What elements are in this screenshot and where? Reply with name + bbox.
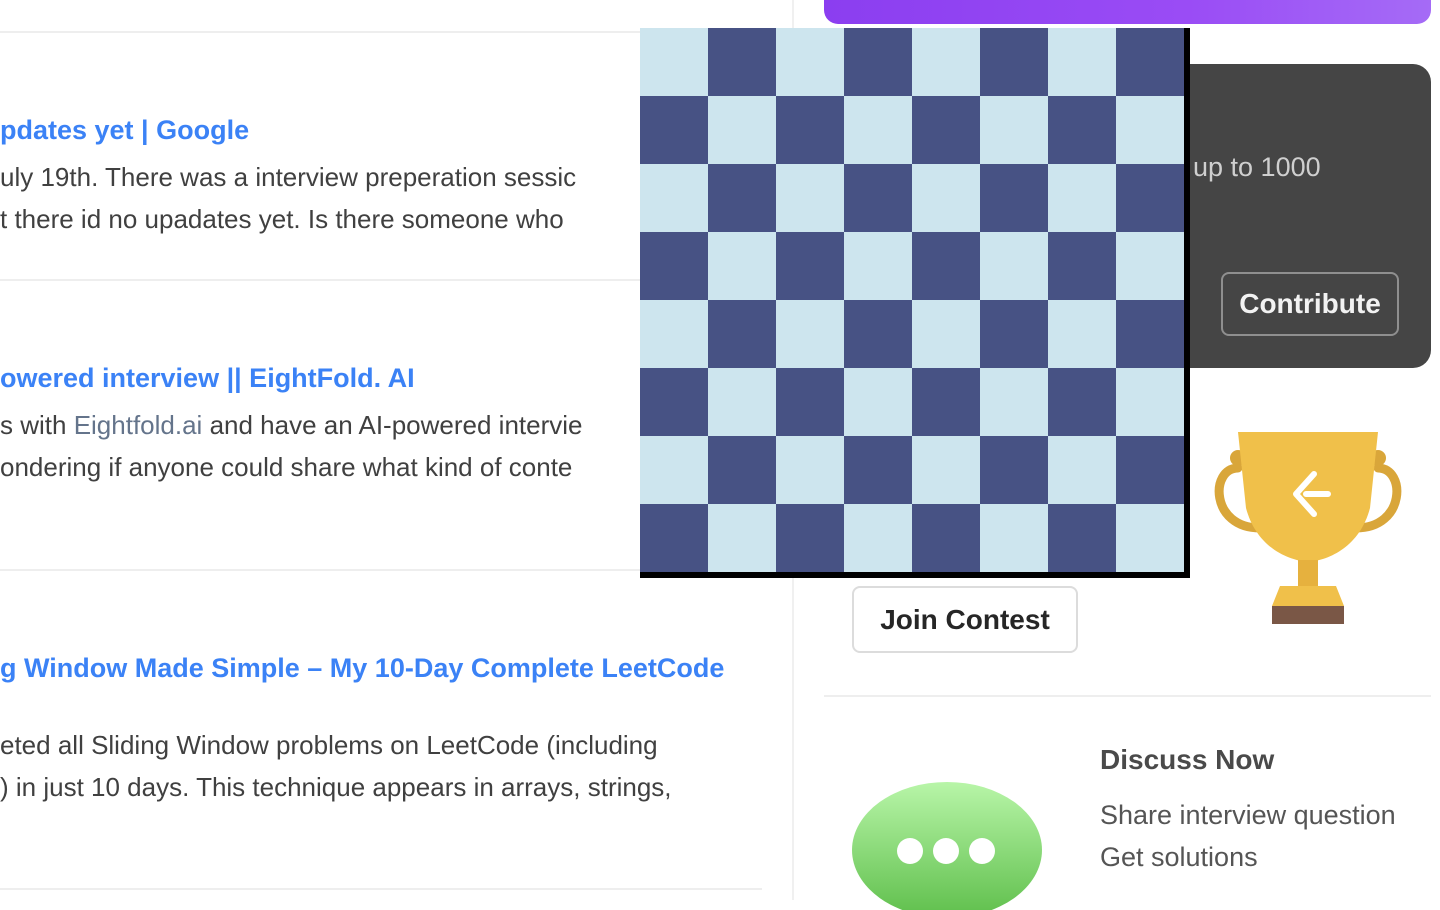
chessboard-square xyxy=(640,232,708,300)
chessboard-square xyxy=(980,300,1048,368)
excerpt-text: s with xyxy=(0,410,74,440)
chessboard-square xyxy=(708,300,776,368)
chessboard-square xyxy=(708,368,776,436)
chessboard-square xyxy=(912,504,980,572)
chessboard-square xyxy=(1116,232,1184,300)
chessboard-square xyxy=(1048,96,1116,164)
chessboard-square xyxy=(912,232,980,300)
chessboard-square xyxy=(980,232,1048,300)
chessboard-square xyxy=(912,164,980,232)
chessboard-square xyxy=(980,28,1048,96)
chessboard-square xyxy=(708,28,776,96)
chessboard-overlay xyxy=(640,28,1190,578)
post-excerpt-line: uly 19th. There was a interview preperat… xyxy=(0,162,577,192)
chessboard-square xyxy=(640,164,708,232)
chessboard-square xyxy=(1116,96,1184,164)
chessboard-square xyxy=(776,164,844,232)
chessboard-square xyxy=(1048,300,1116,368)
chessboard-square xyxy=(912,368,980,436)
post-excerpt-line: t there id no upadates yet. Is there som… xyxy=(0,204,564,234)
chessboard-square xyxy=(912,28,980,96)
chessboard-square xyxy=(980,96,1048,164)
chessboard-square xyxy=(1048,232,1116,300)
chessboard-square xyxy=(980,436,1048,504)
join-contest-button[interactable]: Join Contest xyxy=(852,586,1078,653)
chessboard-square xyxy=(776,232,844,300)
chessboard-square xyxy=(844,504,912,572)
chessboard-square xyxy=(844,232,912,300)
chessboard-square xyxy=(1116,504,1184,572)
discuss-line: Get solutions xyxy=(1100,842,1258,872)
discuss-line: Share interview question xyxy=(1100,800,1396,830)
contribute-button[interactable]: Contribute xyxy=(1221,272,1399,336)
contribute-card-text: up to 1000 xyxy=(1193,152,1321,182)
chessboard-square xyxy=(776,300,844,368)
chessboard-square xyxy=(980,368,1048,436)
excerpt-text: and have an AI-powered intervie xyxy=(202,410,583,440)
chessboard-square xyxy=(708,504,776,572)
chessboard-square xyxy=(640,300,708,368)
chessboard-square xyxy=(708,232,776,300)
chessboard-square xyxy=(640,504,708,572)
chessboard-square xyxy=(640,96,708,164)
chessboard-square xyxy=(776,96,844,164)
post-excerpt-line: eted all Sliding Window problems on Leet… xyxy=(0,730,658,760)
sidebar-divider xyxy=(824,695,1431,697)
chessboard-square xyxy=(1048,436,1116,504)
chessboard-square xyxy=(1048,504,1116,572)
chessboard-square xyxy=(844,96,912,164)
chessboard-square xyxy=(844,436,912,504)
trophy-icon xyxy=(1214,432,1402,624)
chessboard-square xyxy=(1048,28,1116,96)
chessboard-square xyxy=(640,28,708,96)
chessboard-square xyxy=(708,96,776,164)
chessboard-square xyxy=(912,300,980,368)
chessboard-square xyxy=(912,96,980,164)
post-excerpt-line: s with Eightfold.ai and have an AI-power… xyxy=(0,410,582,441)
chessboard-square xyxy=(844,300,912,368)
chessboard-square xyxy=(1116,436,1184,504)
chessboard-square xyxy=(1116,28,1184,96)
chessboard-square xyxy=(844,368,912,436)
post-excerpt-line: ondering if anyone could share what kind… xyxy=(0,452,573,482)
chessboard-square xyxy=(980,504,1048,572)
chessboard-square xyxy=(1116,164,1184,232)
chessboard-square xyxy=(640,436,708,504)
feed-divider xyxy=(0,888,762,890)
chessboard-square xyxy=(776,28,844,96)
chessboard-square xyxy=(980,164,1048,232)
chessboard-square xyxy=(708,436,776,504)
chessboard-square xyxy=(776,436,844,504)
discuss-title: Discuss Now xyxy=(1100,744,1275,775)
chessboard-square xyxy=(912,436,980,504)
post-title-google[interactable]: pdates yet | Google xyxy=(0,115,249,146)
chessboard-square xyxy=(708,164,776,232)
chessboard-square xyxy=(1116,368,1184,436)
post-title-sliding-window[interactable]: g Window Made Simple – My 10-Day Complet… xyxy=(0,653,724,684)
chessboard-square xyxy=(844,28,912,96)
promo-banner[interactable] xyxy=(824,0,1431,24)
post-excerpt-line: ) in just 10 days. This technique appear… xyxy=(0,772,672,802)
chessboard-square xyxy=(640,368,708,436)
chessboard-square xyxy=(776,504,844,572)
chessboard-square xyxy=(776,368,844,436)
chessboard-square xyxy=(1116,300,1184,368)
chessboard-square xyxy=(1048,164,1116,232)
post-title-eightfold[interactable]: owered interview || EightFold. AI xyxy=(0,363,415,394)
chessboard-square xyxy=(844,164,912,232)
chat-bubble-icon[interactable] xyxy=(850,780,1044,910)
eightfold-link[interactable]: Eightfold.ai xyxy=(74,410,203,440)
chessboard-square xyxy=(1048,368,1116,436)
